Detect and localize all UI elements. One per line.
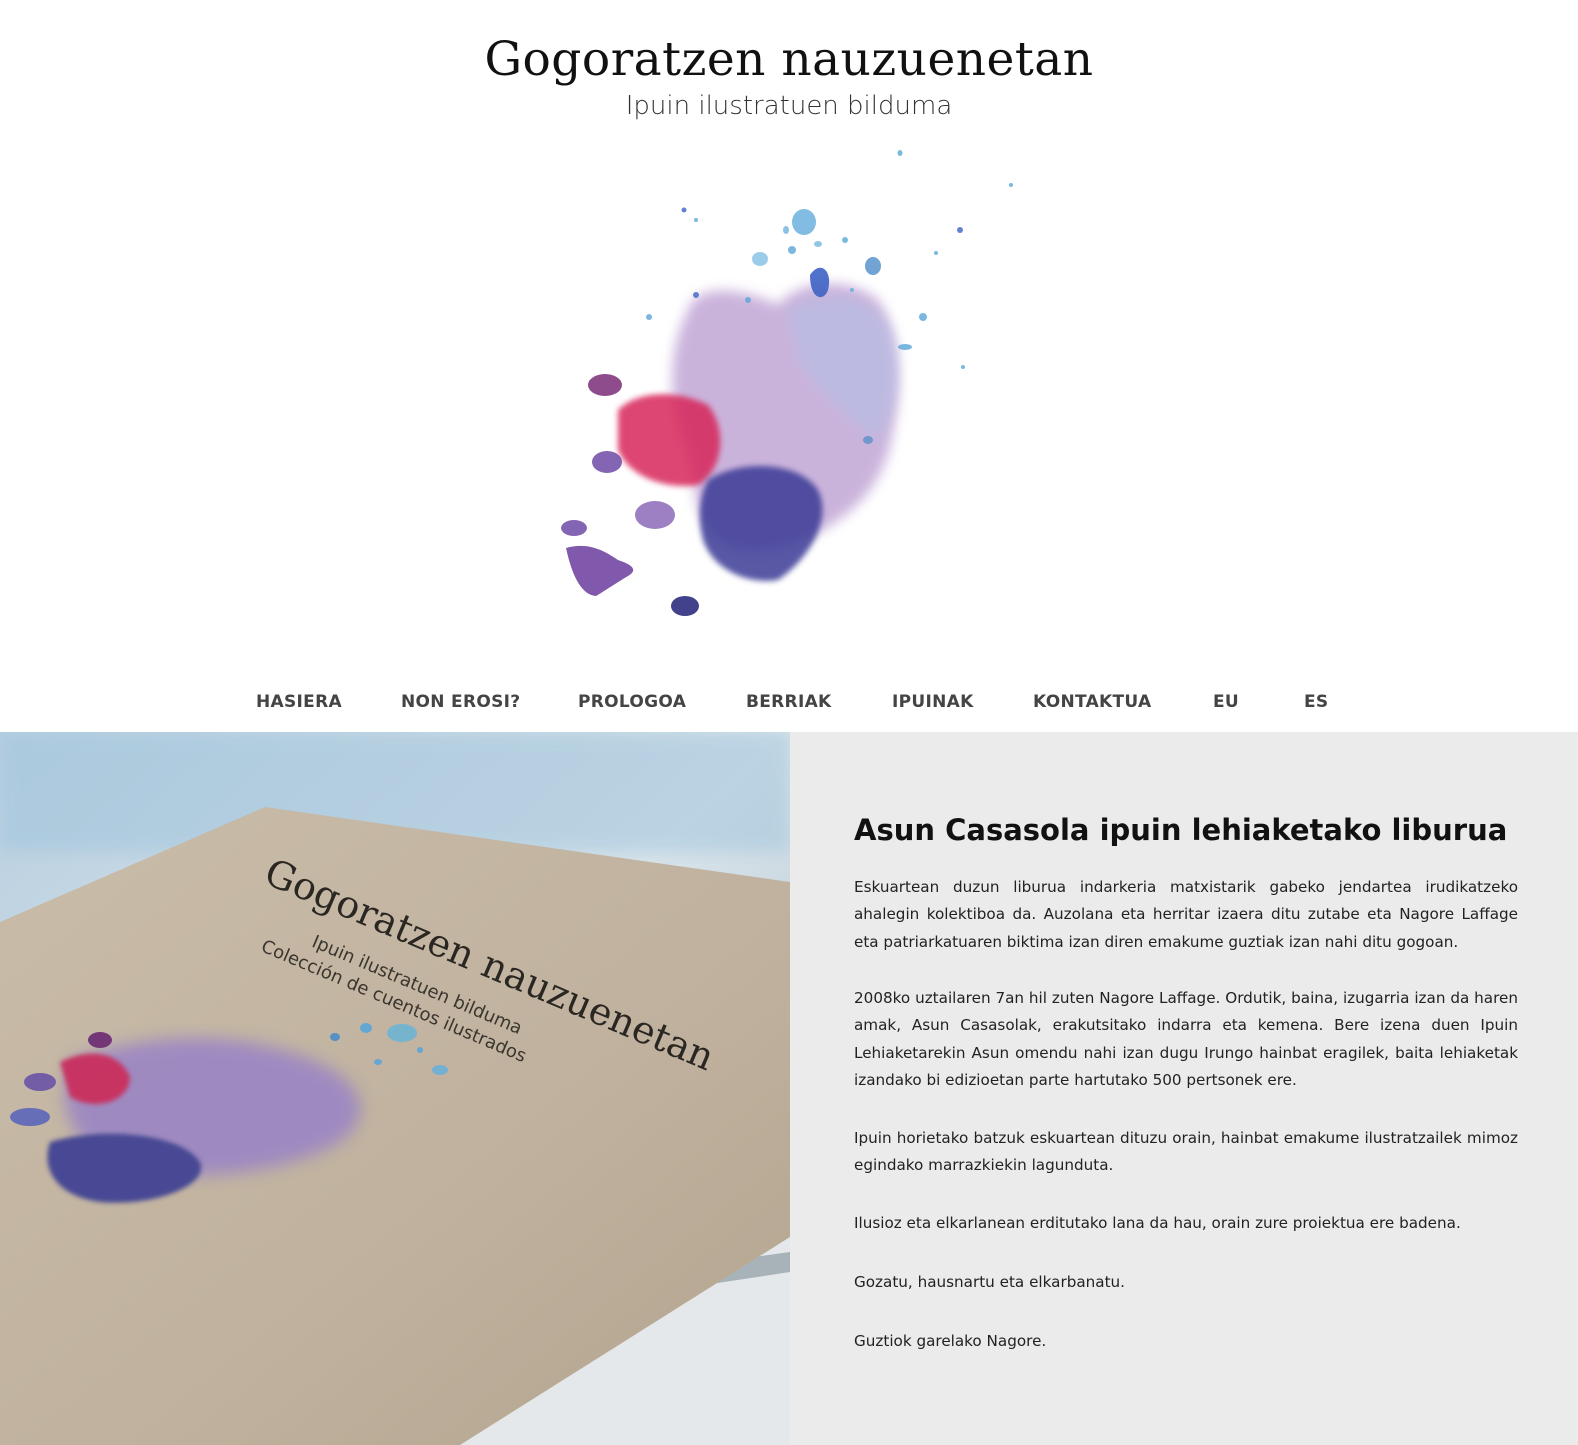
article-paragraph: Gozatu, hausnartu eta elkarbanatu. <box>854 1273 1125 1291</box>
site-title[interactable]: Gogoratzen nauzuenetan <box>0 30 1578 90</box>
article-paragraph: Ipuin horietako batzuk eskuartean dituzu… <box>854 1129 1518 1175</box>
article-paragraph: 2008ko uztailaren 7an hil zuten Nagore L… <box>854 989 1518 1089</box>
book-photo: Gogoratzen nauzuenetan Ipuin ilustratuen… <box>0 732 790 1445</box>
nav-prologoa[interactable]: PROLOGOA <box>578 690 686 714</box>
intro-panel: Asun Casasola ipuin lehiaketako liburua … <box>790 732 1578 1445</box>
article-paragraph: Ilusioz eta elkarlanean erditutako lana … <box>854 1214 1461 1232</box>
nav-ipuinak[interactable]: IPUINAK <box>892 690 974 714</box>
site-subtitle: Ipuin ilustratuen bilduma <box>625 91 953 121</box>
article-paragraph: Eskuartean duzun liburua indarkeria matx… <box>854 878 1518 951</box>
nav-kontaktua[interactable]: KONTAKTUA <box>1033 690 1151 714</box>
watercolor-splash-image <box>561 150 1013 616</box>
article-paragraph: Guztiok garelako Nagore. <box>854 1332 1047 1350</box>
nav-lang-eu[interactable]: EU <box>1213 690 1239 714</box>
article-heading: Asun Casasola ipuin lehiaketako liburua <box>854 813 1508 847</box>
nav-berriak[interactable]: BERRIAK <box>746 690 832 714</box>
nav-hasiera[interactable]: HASIERA <box>256 690 342 714</box>
book-photo-image: Gogoratzen nauzuenetan Ipuin ilustratuen… <box>0 732 790 1445</box>
main-nav: HASIERA NON EROSI? PROLOGOA BERRIAK IPUI… <box>0 690 1578 718</box>
nav-non-erosi[interactable]: NON EROSI? <box>401 690 520 714</box>
nav-lang-es[interactable]: ES <box>1304 690 1328 714</box>
